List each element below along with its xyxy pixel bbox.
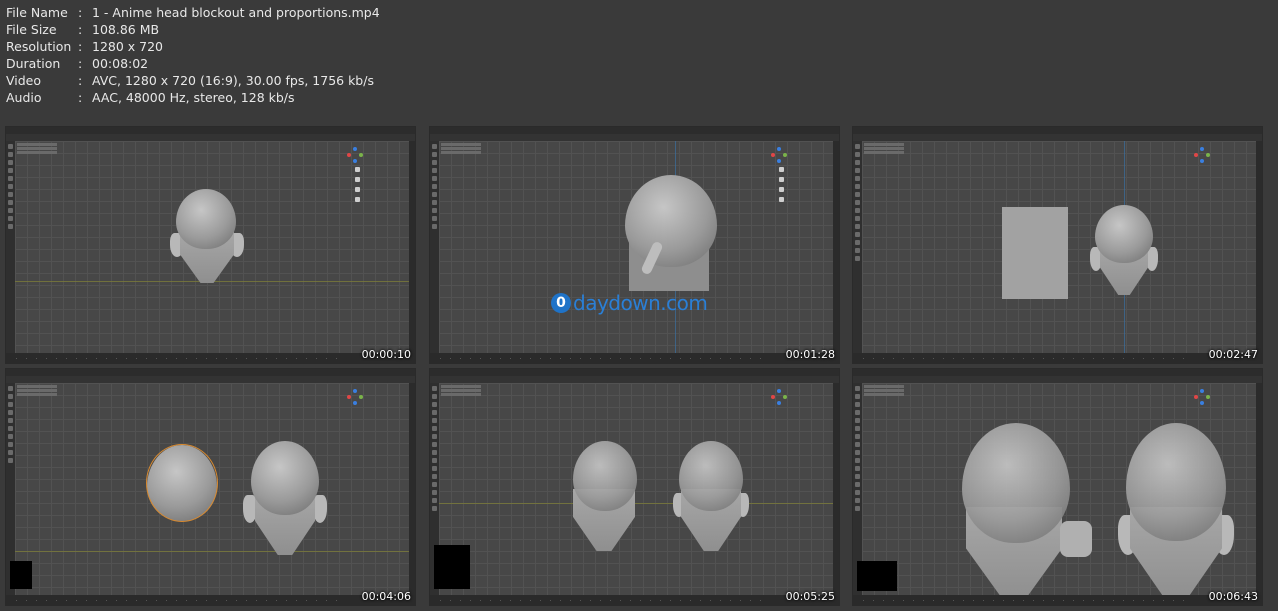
mouse-overlay (10, 561, 32, 589)
viewport-header (853, 376, 1262, 383)
viewport-overlay-text (17, 143, 57, 155)
navigation-gizmo[interactable] (1194, 389, 1210, 405)
separator: : (78, 39, 83, 54)
navigation-gizmo[interactable] (771, 147, 787, 163)
resolution-label: Resolution (6, 39, 72, 54)
viewport-header (6, 134, 415, 141)
video-thumbnail-5[interactable]: 00:05:25 (429, 368, 840, 606)
blender-topbar (853, 127, 1262, 134)
timestamp: 00:01:28 (785, 348, 835, 361)
separator: : (78, 56, 83, 71)
blender-topbar (6, 127, 415, 134)
viewport-overlay-text (17, 385, 57, 397)
file-name-label: File Name (6, 5, 68, 20)
navigation-gizmo[interactable] (347, 389, 363, 405)
file-size-value: 108.86 MB (92, 22, 160, 37)
blender-topbar (430, 369, 839, 376)
x-axis-line (15, 551, 409, 552)
video-label: Video (6, 73, 42, 88)
viewport-overlay-text (864, 143, 904, 155)
video-thumbnail-1[interactable]: 00:00:10 (5, 126, 416, 364)
video-thumbnail-2[interactable]: 0 daydown.com 00:01:28 (429, 126, 840, 364)
blender-topbar (6, 369, 415, 376)
file-size-row: File Size : 108.86 MB (6, 21, 380, 38)
duration-label: Duration (6, 56, 61, 71)
timestamp: 00:04:06 (361, 590, 411, 603)
timestamp: 00:05:25 (785, 590, 835, 603)
head-sphere (625, 175, 717, 267)
properties-sidebar (833, 141, 839, 353)
duration-value: 00:08:02 (92, 56, 149, 71)
timeline[interactable] (6, 353, 415, 363)
x-axis-line (439, 503, 833, 504)
timeline[interactable] (853, 353, 1262, 363)
video-thumbnail-6[interactable]: 00:06:43 (852, 368, 1263, 606)
file-name-row: File Name : 1 - Anime head blockout and … (6, 4, 380, 21)
resolution-row: Resolution : 1280 x 720 (6, 38, 380, 55)
properties-sidebar (1256, 383, 1262, 595)
selection-outline (146, 444, 218, 522)
timeline[interactable] (6, 595, 415, 605)
video-value: AVC, 1280 x 720 (16:9), 30.00 fps, 1756 … (92, 73, 374, 88)
properties-sidebar (409, 141, 415, 353)
3d-viewport (15, 141, 409, 353)
audio-row: Audio : AAC, 48000 Hz, stereo, 128 kb/s (6, 89, 380, 106)
properties-sidebar (1256, 141, 1262, 353)
video-thumbnail-3[interactable]: 00:02:47 (852, 126, 1263, 364)
3d-viewport (10, 383, 409, 595)
toolbar (853, 141, 862, 353)
viewport-header (430, 134, 839, 141)
view-controls[interactable] (355, 167, 361, 207)
view-controls[interactable] (779, 167, 785, 207)
nose-block (1060, 521, 1092, 557)
3d-viewport: 0 daydown.com (439, 141, 833, 353)
timestamp: 00:02:47 (1208, 348, 1258, 361)
viewport-overlay-text (441, 143, 481, 155)
viewport-header (430, 376, 839, 383)
viewport-header (6, 376, 415, 383)
blender-topbar (853, 369, 1262, 376)
separator: : (78, 5, 83, 20)
viewport-header (853, 134, 1262, 141)
resolution-value: 1280 x 720 (92, 39, 164, 54)
navigation-gizmo[interactable] (1194, 147, 1210, 163)
viewport-overlay-text (441, 385, 481, 397)
3d-viewport (434, 383, 833, 595)
timestamp: 00:00:10 (361, 348, 411, 361)
duration-row: Duration : 00:08:02 (6, 55, 380, 72)
viewport-overlay-text (864, 385, 904, 397)
timeline[interactable] (430, 353, 839, 363)
3d-viewport (857, 383, 1256, 599)
separator: : (78, 73, 83, 88)
blender-topbar (430, 127, 839, 134)
navigation-gizmo[interactable] (771, 389, 787, 405)
keyboard-overlay (434, 545, 470, 589)
video-row: Video : AVC, 1280 x 720 (16:9), 30.00 fp… (6, 72, 380, 89)
separator: : (78, 90, 83, 105)
keyboard-overlay (857, 561, 897, 591)
properties-sidebar (833, 383, 839, 595)
file-info: File Name : 1 - Anime head blockout and … (6, 4, 380, 106)
file-name-value: 1 - Anime head blockout and proportions.… (92, 5, 380, 20)
audio-value: AAC, 48000 Hz, stereo, 128 kb/s (92, 90, 295, 105)
file-size-label: File Size (6, 22, 57, 37)
timeline[interactable] (853, 595, 1262, 605)
timestamp: 00:06:43 (1208, 590, 1258, 603)
watermark-text: daydown.com (573, 291, 708, 315)
watermark: 0 daydown.com (551, 291, 708, 315)
video-thumbnail-4[interactable]: 00:04:06 (5, 368, 416, 606)
audio-label: Audio (6, 90, 42, 105)
toolbar (6, 141, 15, 353)
reference-box (1002, 207, 1068, 299)
navigation-gizmo[interactable] (347, 147, 363, 163)
properties-sidebar (409, 383, 415, 595)
3d-viewport (862, 141, 1256, 353)
timeline[interactable] (430, 595, 839, 605)
watermark-logo: 0 (551, 293, 571, 313)
separator: : (78, 22, 83, 37)
toolbar (430, 141, 439, 353)
